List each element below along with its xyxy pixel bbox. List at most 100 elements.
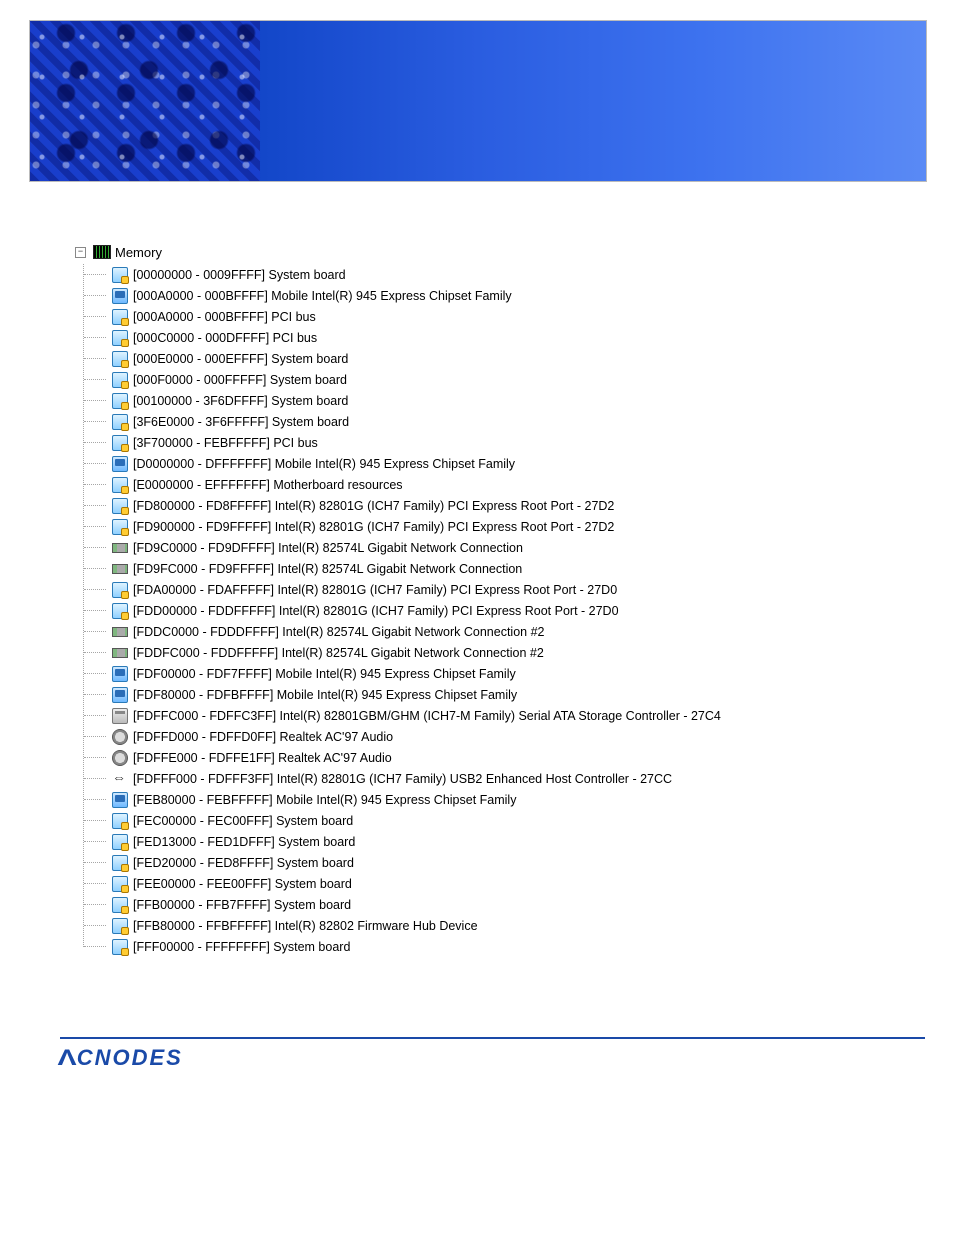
tree-item[interactable]: [000F0000 - 000FFFFF] System board (84, 369, 954, 390)
system-device-icon (112, 582, 128, 598)
tree-item-label: [00000000 - 0009FFFF] System board (133, 268, 346, 282)
tree-children: [00000000 - 0009FFFF] System board [000A0… (83, 264, 954, 957)
tree-item[interactable]: [FFB00000 - FFB7FFFF] System board (84, 894, 954, 915)
tree-item[interactable]: [FFB80000 - FFBFFFFF] Intel(R) 82802 Fir… (84, 915, 954, 936)
tree-item[interactable]: [FDD00000 - FDDFFFFF] Intel(R) 82801G (I… (84, 600, 954, 621)
system-device-icon (112, 876, 128, 892)
header-pcb-graphic (30, 21, 260, 181)
usb-controller-icon (112, 771, 128, 787)
storage-controller-icon (112, 708, 128, 724)
tree-item-label: [FD9C0000 - FD9DFFFF] Intel(R) 82574L Gi… (133, 541, 523, 555)
tree-item[interactable]: [FDFFE000 - FDFFE1FF] Realtek AC'97 Audi… (84, 747, 954, 768)
tree-item-label: [FDDC0000 - FDDDFFFF] Intel(R) 82574L Gi… (133, 625, 545, 639)
tree-item[interactable]: [3F700000 - FEBFFFFF] PCI bus (84, 432, 954, 453)
tree-item-label: [FFB80000 - FFBFFFFF] Intel(R) 82802 Fir… (133, 919, 478, 933)
system-device-icon (112, 918, 128, 934)
tree-item[interactable]: [FD800000 - FD8FFFFF] Intel(R) 82801G (I… (84, 495, 954, 516)
tree-item-label: [FEB80000 - FEBFFFFF] Mobile Intel(R) 94… (133, 793, 516, 807)
tree-item[interactable]: [FDDFC000 - FDDFFFFF] Intel(R) 82574L Gi… (84, 642, 954, 663)
tree-item-label: [FDFFE000 - FDFFE1FF] Realtek AC'97 Audi… (133, 751, 392, 765)
tree-item[interactable]: [FED20000 - FED8FFFF] System board (84, 852, 954, 873)
tree-item[interactable]: [FFF00000 - FFFFFFFF] System board (84, 936, 954, 957)
tree-item[interactable]: [000A0000 - 000BFFFF] PCI bus (84, 306, 954, 327)
display-adapter-icon (112, 288, 128, 304)
tree-item[interactable]: [000E0000 - 000EFFFF] System board (84, 348, 954, 369)
system-device-icon (112, 498, 128, 514)
audio-device-icon (112, 750, 128, 766)
system-device-icon (112, 939, 128, 955)
system-device-icon (112, 897, 128, 913)
tree-item-label: [FD800000 - FD8FFFFF] Intel(R) 82801G (I… (133, 499, 614, 513)
tree-item[interactable]: [FDFFD000 - FDFFD0FF] Realtek AC'97 Audi… (84, 726, 954, 747)
system-device-icon (112, 855, 128, 871)
tree-item-label: [000C0000 - 000DFFFF] PCI bus (133, 331, 317, 345)
tree-item[interactable]: [FD9C0000 - FD9DFFFF] Intel(R) 82574L Gi… (84, 537, 954, 558)
tree-item[interactable]: [FDFFC000 - FDFFC3FF] Intel(R) 82801GBM/… (84, 705, 954, 726)
tree-item-label: [FDFFD000 - FDFFD0FF] Realtek AC'97 Audi… (133, 730, 393, 744)
system-device-icon (112, 330, 128, 346)
tree-item-label: [FEC00000 - FEC00FFF] System board (133, 814, 353, 828)
system-device-icon (112, 813, 128, 829)
tree-item-label: [FDFFF000 - FDFFF3FF] Intel(R) 82801G (I… (133, 772, 672, 786)
system-device-icon (112, 309, 128, 325)
tree-item-label: [FDF80000 - FDFBFFFF] Mobile Intel(R) 94… (133, 688, 517, 702)
header-banner (29, 20, 927, 182)
tree-item[interactable]: [FDA00000 - FDAFFFFF] Intel(R) 82801G (I… (84, 579, 954, 600)
tree-root-label: Memory (115, 245, 162, 260)
tree-item-label: [FED20000 - FED8FFFF] System board (133, 856, 354, 870)
tree-item[interactable]: [FD9FC000 - FD9FFFFF] Intel(R) 82574L Gi… (84, 558, 954, 579)
tree-item[interactable]: [FDF00000 - FDF7FFFF] Mobile Intel(R) 94… (84, 663, 954, 684)
tree-item[interactable]: [FEB80000 - FEBFFFFF] Mobile Intel(R) 94… (84, 789, 954, 810)
tree-item[interactable]: [D0000000 - DFFFFFFF] Mobile Intel(R) 94… (84, 453, 954, 474)
tree-item-label: [3F700000 - FEBFFFFF] PCI bus (133, 436, 318, 450)
tree-item-label: [FED13000 - FED1DFFF] System board (133, 835, 355, 849)
footer-brand-text: CNODES (77, 1045, 183, 1070)
tree-item-label: [000E0000 - 000EFFFF] System board (133, 352, 348, 366)
device-tree: − Memory [00000000 - 0009FFFF] System bo… (75, 242, 954, 957)
tree-item-label: [FDF00000 - FDF7FFFF] Mobile Intel(R) 94… (133, 667, 516, 681)
tree-item-label: [3F6E0000 - 3F6FFFFF] System board (133, 415, 349, 429)
system-device-icon (112, 372, 128, 388)
network-adapter-icon (112, 561, 128, 577)
collapse-icon[interactable]: − (75, 247, 86, 258)
tree-item[interactable]: [FEE00000 - FEE00FFF] System board (84, 873, 954, 894)
system-device-icon (112, 393, 128, 409)
tree-item-label: [FFF00000 - FFFFFFFF] System board (133, 940, 350, 954)
system-device-icon (112, 477, 128, 493)
display-adapter-icon (112, 687, 128, 703)
tree-item-label: [D0000000 - DFFFFFFF] Mobile Intel(R) 94… (133, 457, 515, 471)
system-device-icon (112, 834, 128, 850)
tree-item[interactable]: [000C0000 - 000DFFFF] PCI bus (84, 327, 954, 348)
tree-item[interactable]: [FEC00000 - FEC00FFF] System board (84, 810, 954, 831)
network-adapter-icon (112, 624, 128, 640)
tree-item-label: [FD9FC000 - FD9FFFFF] Intel(R) 82574L Gi… (133, 562, 522, 576)
footer-divider (60, 1037, 925, 1039)
tree-item[interactable]: [FD900000 - FD9FFFFF] Intel(R) 82801G (I… (84, 516, 954, 537)
display-adapter-icon (112, 666, 128, 682)
tree-item-label: [000A0000 - 000BFFFF] PCI bus (133, 310, 316, 324)
audio-device-icon (112, 729, 128, 745)
tree-item-label: [FEE00000 - FEE00FFF] System board (133, 877, 352, 891)
system-device-icon (112, 603, 128, 619)
system-device-icon (112, 267, 128, 283)
tree-item[interactable]: [FDF80000 - FDFBFFFF] Mobile Intel(R) 94… (84, 684, 954, 705)
tree-item[interactable]: [E0000000 - EFFFFFFF] Motherboard resour… (84, 474, 954, 495)
tree-item-label: [FDFFC000 - FDFFC3FF] Intel(R) 82801GBM/… (133, 709, 721, 723)
tree-item[interactable]: [000A0000 - 000BFFFF] Mobile Intel(R) 94… (84, 285, 954, 306)
tree-item[interactable]: [FDFFF000 - FDFFF3FF] Intel(R) 82801G (I… (84, 768, 954, 789)
tree-item[interactable]: [00100000 - 3F6DFFFF] System board (84, 390, 954, 411)
tree-item[interactable]: [00000000 - 0009FFFF] System board (84, 264, 954, 285)
memory-chip-icon (93, 245, 111, 259)
tree-root-memory[interactable]: − Memory (75, 242, 954, 262)
tree-item[interactable]: [FDDC0000 - FDDDFFFF] Intel(R) 82574L Gi… (84, 621, 954, 642)
system-device-icon (112, 519, 128, 535)
tree-item-label: [FDA00000 - FDAFFFFF] Intel(R) 82801G (I… (133, 583, 617, 597)
tree-item[interactable]: [3F6E0000 - 3F6FFFFF] System board (84, 411, 954, 432)
tree-item[interactable]: [FED13000 - FED1DFFF] System board (84, 831, 954, 852)
tree-item-label: [FDD00000 - FDDFFFFF] Intel(R) 82801G (I… (133, 604, 619, 618)
network-adapter-icon (112, 645, 128, 661)
display-adapter-icon (112, 456, 128, 472)
network-adapter-icon (112, 540, 128, 556)
tree-item-label: [FD900000 - FD9FFFFF] Intel(R) 82801G (I… (133, 520, 614, 534)
display-adapter-icon (112, 792, 128, 808)
